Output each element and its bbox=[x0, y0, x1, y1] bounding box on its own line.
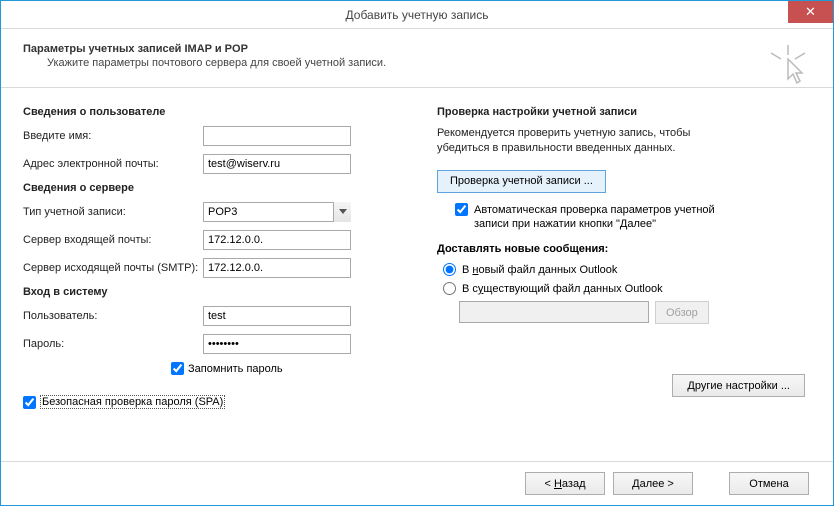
deliver-section-title: Доставлять новые сообщения: bbox=[437, 243, 811, 255]
name-input[interactable] bbox=[203, 126, 351, 146]
auto-test-row: Автоматическая проверка параметров учетн… bbox=[455, 203, 811, 232]
cancel-button[interactable]: Отмена bbox=[729, 472, 809, 495]
remember-password-checkbox[interactable] bbox=[171, 362, 184, 375]
account-type-label: Тип учетной записи: bbox=[23, 206, 203, 218]
username-label: Пользователь: bbox=[23, 310, 203, 322]
spa-row: Безопасная проверка пароля (SPA) bbox=[23, 395, 397, 409]
browse-button: Обзор bbox=[655, 301, 709, 324]
incoming-server-input[interactable] bbox=[203, 230, 351, 250]
password-input[interactable] bbox=[203, 334, 351, 354]
footer: < Назад Далее > Отмена bbox=[1, 461, 833, 505]
account-type-select[interactable]: POP3 bbox=[203, 202, 351, 222]
radio-new-file-label: В новый файл данных Outlook bbox=[462, 264, 617, 276]
left-column: Сведения о пользователе Введите имя: Адр… bbox=[23, 106, 397, 409]
auto-test-label: Автоматическая проверка параметров учетн… bbox=[474, 203, 734, 232]
next-button[interactable]: Далее > bbox=[613, 472, 693, 495]
email-input[interactable] bbox=[203, 154, 351, 174]
existing-file-path-row: Обзор bbox=[459, 301, 811, 324]
header-subtitle: Укажите параметры почтового сервера для … bbox=[23, 57, 811, 69]
section-login: Вход в систему bbox=[23, 286, 397, 298]
radio-existing-file-label: В существующий файл данных Outlook bbox=[462, 283, 663, 295]
right-column: Проверка настройки учетной записи Рекоме… bbox=[437, 106, 811, 409]
content-area: Сведения о пользователе Введите имя: Адр… bbox=[1, 88, 833, 417]
header-panel: Параметры учетных записей IMAP и POP Ука… bbox=[1, 29, 833, 88]
section-test: Проверка настройки учетной записи bbox=[437, 106, 811, 118]
outgoing-server-label: Сервер исходящей почты (SMTP): bbox=[23, 262, 203, 274]
window-title: Добавить учетную запись bbox=[346, 8, 489, 22]
close-icon: ✕ bbox=[805, 4, 816, 20]
dialog-window: Добавить учетную запись ✕ Параметры учет… bbox=[0, 0, 834, 506]
section-user-info: Сведения о пользователе bbox=[23, 106, 397, 118]
test-description: Рекомендуется проверить учетную запись, … bbox=[437, 126, 737, 156]
auto-test-checkbox[interactable] bbox=[455, 203, 468, 216]
spa-label: Безопасная проверка пароля (SPA) bbox=[40, 395, 225, 409]
radio-new-file-row: В новый файл данных Outlook bbox=[443, 263, 811, 276]
email-label: Адрес электронной почты: bbox=[23, 158, 203, 170]
test-account-button[interactable]: Проверка учетной записи ... bbox=[437, 170, 606, 193]
radio-new-file[interactable] bbox=[443, 263, 456, 276]
name-label: Введите имя: bbox=[23, 130, 203, 142]
remember-password-label: Запомнить пароль bbox=[188, 363, 283, 375]
chevron-down-icon bbox=[333, 202, 351, 222]
titlebar: Добавить учетную запись ✕ bbox=[1, 1, 833, 29]
other-settings-button[interactable]: Другие настройки ... bbox=[672, 374, 805, 397]
existing-file-input bbox=[459, 301, 649, 323]
back-button[interactable]: < Назад bbox=[525, 472, 605, 495]
username-input[interactable] bbox=[203, 306, 351, 326]
outgoing-server-input[interactable] bbox=[203, 258, 351, 278]
remember-password-row: Запомнить пароль bbox=[171, 362, 397, 375]
section-server-info: Сведения о сервере bbox=[23, 182, 397, 194]
close-button[interactable]: ✕ bbox=[788, 1, 833, 23]
incoming-server-label: Сервер входящей почты: bbox=[23, 234, 203, 246]
radio-existing-file[interactable] bbox=[443, 282, 456, 295]
password-label: Пароль: bbox=[23, 338, 203, 350]
radio-existing-file-row: В существующий файл данных Outlook bbox=[443, 282, 811, 295]
header-title: Параметры учетных записей IMAP и POP bbox=[23, 43, 811, 55]
spa-checkbox[interactable] bbox=[23, 396, 36, 409]
wizard-cursor-icon bbox=[767, 43, 809, 88]
